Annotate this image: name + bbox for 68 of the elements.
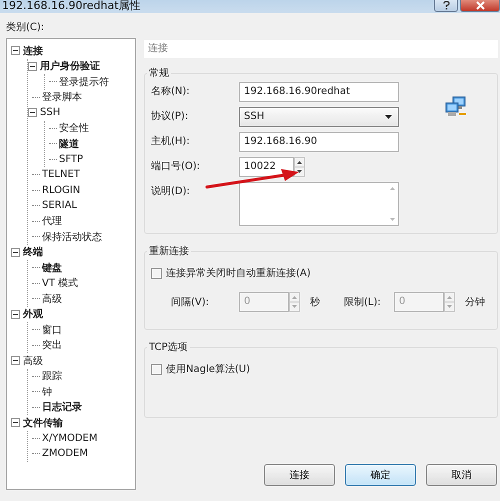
collapse-icon[interactable] [28,108,37,118]
tree-item[interactable]: 代理 [42,214,62,228]
collapse-icon[interactable] [28,62,37,71]
tree-item[interactable]: 日志记录 [42,400,82,414]
dropdown-arrow-icon [385,115,392,119]
field-label: 协议(P): [151,110,190,124]
field-label: 名称(N): [151,85,191,99]
tree-item[interactable]: 文件传输 [23,416,63,430]
collapse-icon[interactable] [11,248,20,257]
window-title: 192.168.16.90redhat属性 [1,0,141,12]
group-title: TCP选项 [148,340,189,354]
field-label: 限制(L): [344,296,382,309]
tree-item[interactable]: 隧道 [59,136,79,151]
dialog-button[interactable]: 连接 [264,464,335,486]
tree-item[interactable]: 终端 [23,245,43,260]
tree-item[interactable]: SFTP [59,154,84,165]
collapse-icon[interactable] [11,356,20,366]
tree-item[interactable]: 窗口 [42,322,62,337]
tree-item[interactable]: SERIAL [42,200,77,212]
tree-item[interactable]: 高级 [23,354,43,368]
text-field[interactable]: 192.168.16.90 [239,132,399,152]
field-label: 主机(H): [151,134,191,149]
category-label: 类别(C): [6,21,46,35]
help-button[interactable] [434,0,458,12]
dialog-button[interactable]: 确定 [345,464,416,486]
tree-item[interactable]: 键盘 [42,260,62,275]
field-label: 说明(D): [151,185,191,199]
tree-item[interactable]: 高级 [42,292,62,306]
tree-item[interactable]: 跟踪 [42,369,62,384]
tree-item[interactable]: 突出 [42,338,62,352]
close-button[interactable] [460,0,500,12]
text-field[interactable]: 192.168.16.90redhat [239,82,399,102]
checkbox[interactable] [151,364,162,374]
unit-label: 分钟 [465,296,485,309]
port-field[interactable]: 10022 [239,157,294,177]
tree-item[interactable]: RLOGIN [42,184,80,196]
tree-item[interactable]: ZMODEM [42,448,88,460]
dialog-button[interactable]: 取消 [426,464,497,486]
tree-item[interactable]: SSH [40,107,60,118]
checkbox-label: 使用Nagle算法(U) [166,362,250,376]
tree-item[interactable]: 用户身份验证 [40,59,100,74]
tree-item[interactable]: 登录提示符 [59,74,109,89]
tree-item[interactable]: TELNET [42,169,80,180]
checkbox-label: 连接异常关闭时自动重新连接(A) [166,266,311,280]
group-title: 重新连接 [148,244,190,258]
network-computers-icon [445,96,467,118]
tree-item[interactable]: 连接 [23,44,43,58]
section-header: 连接 [144,40,498,58]
unit-label: 秒 [310,296,320,309]
tree-item[interactable]: 登录脚本 [42,90,82,104]
dropdown[interactable]: SSH [239,107,399,127]
spinner-icon[interactable] [294,157,305,177]
close-icon [476,1,484,10]
field-label: 端口号(O): [151,160,202,174]
description-field[interactable] [239,182,399,226]
tree-item[interactable]: X/YMODEM [42,432,98,444]
field-label: 间隔(V): [171,296,210,309]
help-icon [442,1,450,10]
tree-item[interactable]: VT 模式 [42,276,78,290]
collapse-icon[interactable] [11,46,20,56]
group-title: 常规 [148,66,170,80]
collapse-icon[interactable] [11,310,20,319]
tree-item[interactable]: 外观 [23,307,43,322]
collapse-icon[interactable] [11,418,20,428]
checkbox[interactable] [151,268,162,278]
tree-item[interactable]: 安全性 [59,121,89,136]
tree-item[interactable]: 钟 [42,384,52,399]
tree-item[interactable]: 保持活动状态 [42,230,102,244]
